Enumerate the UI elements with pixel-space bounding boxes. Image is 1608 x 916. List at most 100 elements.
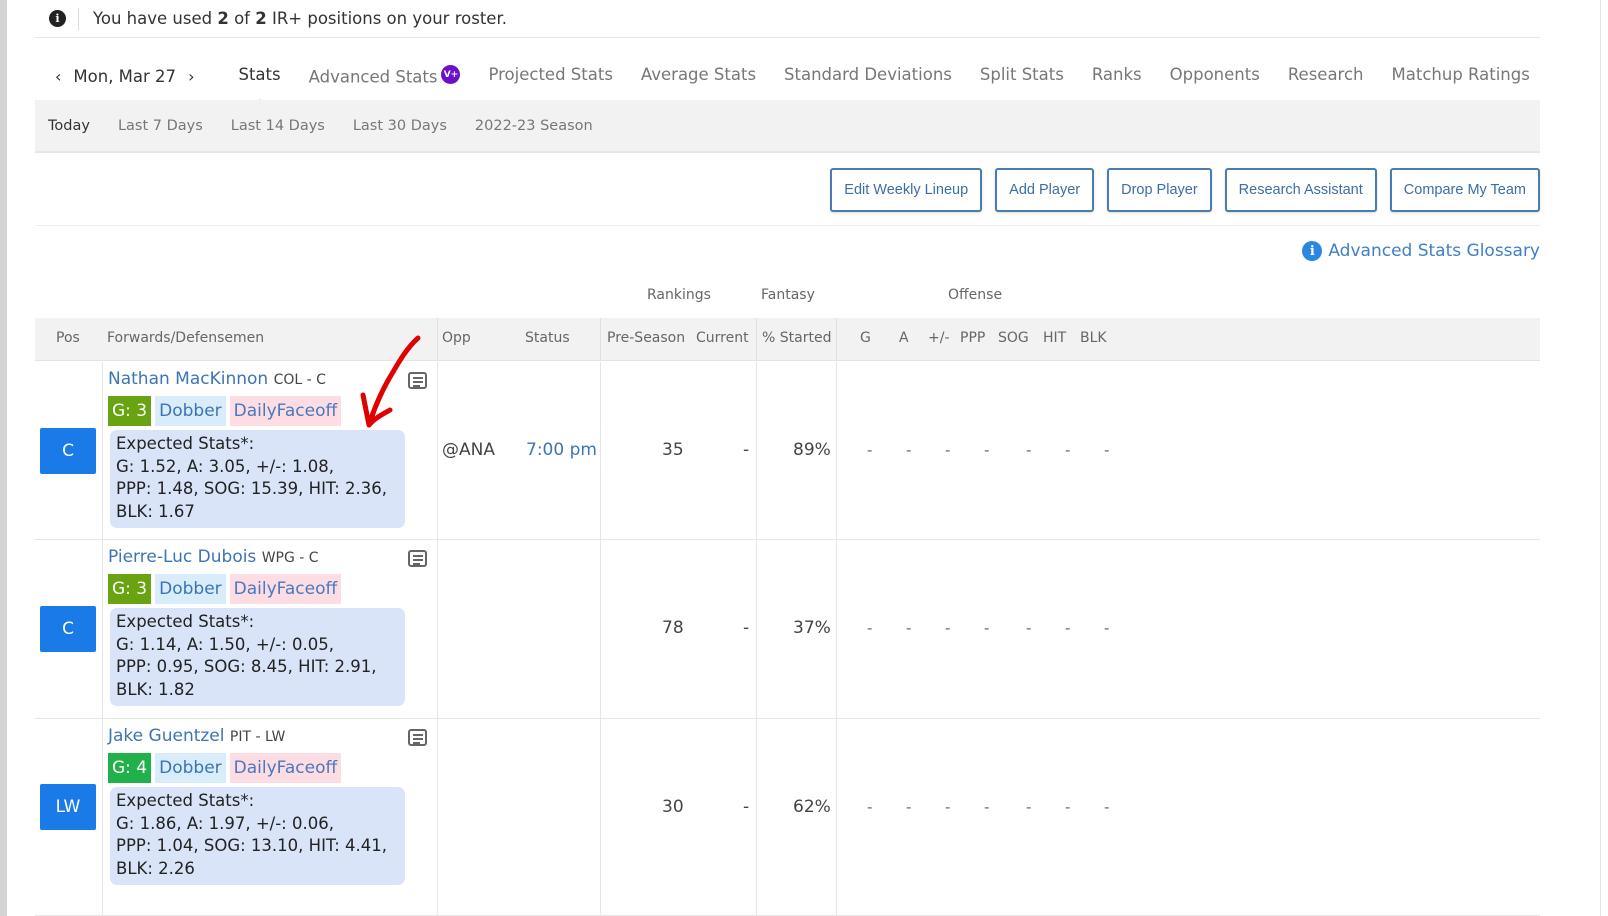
divider xyxy=(836,318,837,361)
divider xyxy=(836,540,837,719)
stat-cell: - xyxy=(1026,619,1032,637)
advanced-stats-glossary-link[interactable]: i Advanced Stats Glossary xyxy=(1302,241,1540,261)
stat-cell: - xyxy=(1065,619,1071,637)
percent-started-cell: 62% xyxy=(793,797,831,817)
expected-stats-line: BLK: 1.82 xyxy=(116,680,195,700)
col-pos[interactable]: Pos xyxy=(56,330,80,346)
col-started[interactable]: % Started xyxy=(762,330,831,346)
chevron-right-icon[interactable]: › xyxy=(184,67,198,86)
vplus-badge-icon: V+ xyxy=(441,65,461,85)
ir-notice-message: You have used 2 of 2 IR+ positions on yo… xyxy=(93,9,507,28)
player-notes-icon[interactable] xyxy=(408,729,427,746)
col-preseason[interactable]: Pre-Season xyxy=(607,330,685,346)
tab-opponents[interactable]: Opponents xyxy=(1170,65,1260,87)
divider xyxy=(102,540,103,719)
player-name-line: Jake Guentzel PIT - LW xyxy=(108,726,285,746)
tab-research[interactable]: Research xyxy=(1288,65,1364,87)
position-badge[interactable]: C xyxy=(40,606,96,652)
percent-started-cell: 37% xyxy=(793,618,831,638)
add-player-button[interactable]: Add Player xyxy=(995,168,1095,212)
research-assistant-button[interactable]: Research Assistant xyxy=(1224,168,1377,212)
tab-projected-stats[interactable]: Projected Stats xyxy=(488,65,612,87)
tab-standard-deviations[interactable]: Standard Deviations xyxy=(784,65,952,87)
player-notes-icon[interactable] xyxy=(408,372,427,389)
col-plus-minus[interactable]: +/- xyxy=(928,330,950,346)
tab-stats[interactable]: Stats xyxy=(238,65,281,104)
stat-cell: - xyxy=(1065,441,1071,459)
player-name-link[interactable]: Nathan MacKinnon xyxy=(108,369,268,389)
tab-ranks[interactable]: Ranks xyxy=(1092,65,1142,87)
col-status[interactable]: Status xyxy=(525,330,570,346)
position-badge[interactable]: LW xyxy=(40,784,96,830)
table-row: C Pierre-Luc Dubois WPG - C G: 3 Dobber Dail… xyxy=(35,540,1540,719)
table-row: C Nathan MacKinnon COL - C G: 3 Dobber Daily… xyxy=(35,362,1540,540)
subtab-last-14-days[interactable]: Last 14 Days xyxy=(231,118,325,134)
dailyfaceoff-link[interactable]: DailyFaceoff xyxy=(229,396,342,426)
current-rank-cell: - xyxy=(743,618,750,638)
divider xyxy=(600,318,601,361)
expected-stats-line: BLK: 2.26 xyxy=(116,859,195,879)
stat-cell: - xyxy=(867,619,873,637)
subtab-last-30-days[interactable]: Last 30 Days xyxy=(353,118,447,134)
divider xyxy=(437,362,438,540)
dailyfaceoff-link[interactable]: DailyFaceoff xyxy=(229,753,342,783)
chevron-left-icon[interactable]: ‹ xyxy=(51,67,65,86)
col-ppp[interactable]: PPP xyxy=(960,330,985,346)
divider xyxy=(756,719,757,916)
game-status-cell[interactable]: 7:00 pm xyxy=(526,440,597,460)
subtab-season[interactable]: 2022-23 Season xyxy=(475,118,593,134)
roster-actions: Edit Weekly Lineup Add Player Drop Playe… xyxy=(35,168,1540,226)
stat-cell: - xyxy=(945,441,951,459)
stats-nav-row: ‹ Mon, Mar 27 › Stats Advanced Stats V+ P… xyxy=(35,52,1540,104)
divider xyxy=(756,318,757,361)
group-offense: Offense xyxy=(948,287,1003,303)
table-row: LW Jake Guentzel PIT - LW G: 4 Dobber DailyF… xyxy=(35,719,1540,916)
stat-cell: - xyxy=(906,441,912,459)
dailyfaceoff-link[interactable]: DailyFaceoff xyxy=(229,574,342,604)
col-opp[interactable]: Opp xyxy=(442,330,471,346)
divider xyxy=(437,540,438,719)
expected-stats-box: Expected Stats*: G: 1.14, A: 1.50, +/-: 0… xyxy=(110,608,405,706)
preseason-rank-cell: 30 xyxy=(662,797,684,817)
opponent-cell[interactable]: @ANA xyxy=(442,440,495,460)
current-date[interactable]: Mon, Mar 27 xyxy=(73,67,176,86)
player-team-position: COL - C xyxy=(273,372,326,388)
percent-started-cell: 89% xyxy=(793,440,831,460)
dobber-link[interactable]: Dobber xyxy=(155,753,226,783)
stat-cell: - xyxy=(984,619,990,637)
subtab-last-7-days[interactable]: Last 7 Days xyxy=(118,118,203,134)
col-sog[interactable]: SOG xyxy=(998,330,1029,346)
divider xyxy=(756,540,757,719)
dobber-link[interactable]: Dobber xyxy=(155,396,226,426)
col-hit[interactable]: HIT xyxy=(1043,330,1066,346)
player-notes-icon[interactable] xyxy=(408,550,427,567)
divider xyxy=(836,719,837,916)
ir-notice-bar: i You have used 2 of 2 IR+ positions on … xyxy=(35,0,1540,38)
stat-cell: - xyxy=(1026,441,1032,459)
divider xyxy=(600,719,601,916)
tab-advanced-stats[interactable]: Advanced Stats V+ xyxy=(309,65,461,87)
col-a[interactable]: A xyxy=(899,330,909,346)
current-rank-cell: - xyxy=(743,440,750,460)
edit-weekly-lineup-button[interactable]: Edit Weekly Lineup xyxy=(830,168,983,212)
tab-matchup-ratings[interactable]: Matchup Ratings xyxy=(1392,65,1530,87)
position-badge[interactable]: C xyxy=(40,428,96,474)
dobber-link[interactable]: Dobber xyxy=(155,574,226,604)
player-name-link[interactable]: Jake Guentzel xyxy=(108,726,225,746)
col-player[interactable]: Forwards/Defensemen xyxy=(107,330,264,346)
drop-player-button[interactable]: Drop Player xyxy=(1107,168,1212,212)
col-g[interactable]: G xyxy=(860,330,871,346)
stat-cell: - xyxy=(1104,619,1110,637)
player-name-link[interactable]: Pierre-Luc Dubois xyxy=(108,547,256,567)
compare-my-team-button[interactable]: Compare My Team xyxy=(1389,168,1540,212)
tab-average-stats[interactable]: Average Stats xyxy=(641,65,756,87)
player-team-position: PIT - LW xyxy=(229,729,286,745)
stat-cell: - xyxy=(984,441,990,459)
divider xyxy=(756,362,757,540)
col-current[interactable]: Current xyxy=(696,330,749,346)
tab-split-stats[interactable]: Split Stats xyxy=(980,65,1064,87)
stat-cell: - xyxy=(867,798,873,816)
info-icon: i xyxy=(49,10,66,27)
subtab-today[interactable]: Today xyxy=(48,118,90,134)
col-blk[interactable]: BLK xyxy=(1080,330,1107,346)
